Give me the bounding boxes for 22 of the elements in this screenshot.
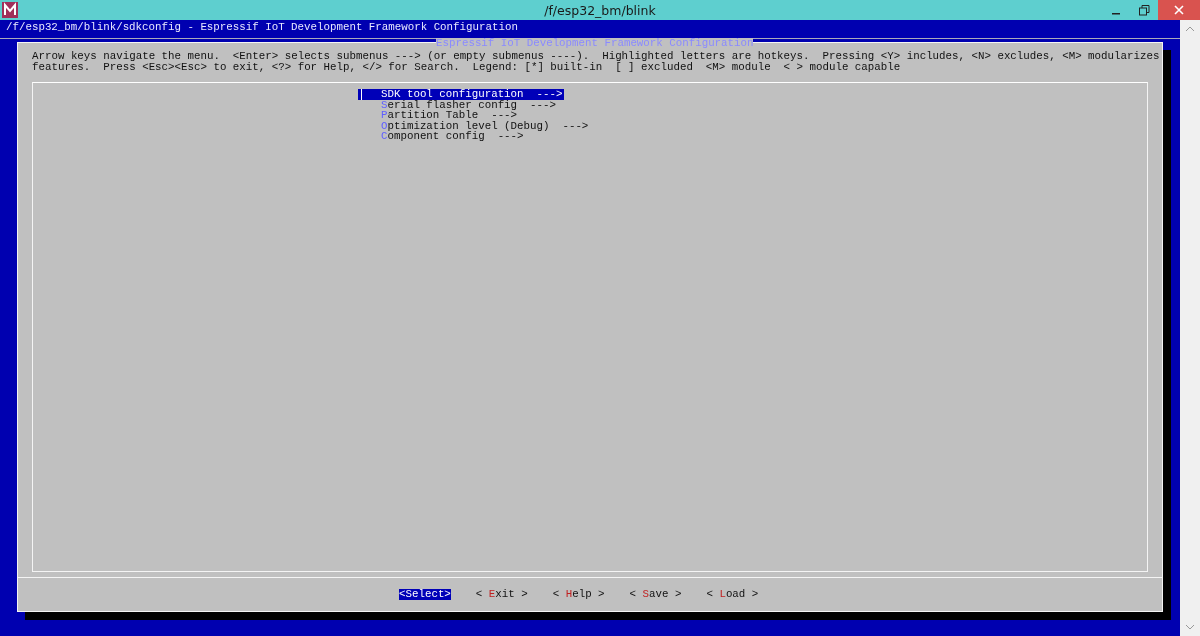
dialog-button[interactable]: < Help > <box>552 589 605 600</box>
close-icon <box>1174 5 1184 15</box>
dialog-button[interactable]: < Load > <box>706 589 759 600</box>
app-logo-icon <box>2 2 18 18</box>
menu-item[interactable]: Optimization level (Debug) ---> <box>358 120 591 131</box>
dialog-button[interactable]: < Save > <box>629 589 682 600</box>
dialog-button[interactable]: < Exit > <box>475 589 528 600</box>
help-text: Arrow keys navigate the menu. <Enter> selects submenus ---> (or empty submenus ----). Highlighted letters are hotkeys. Pressing <Y> includes, <N> excludes, <M> modularizes <box>32 51 1161 62</box>
menu-item[interactable]: Partition Table ---> <box>358 110 520 121</box>
minimize-icon <box>1112 13 1120 15</box>
menu-item[interactable]: Component config ---> <box>358 131 526 142</box>
window-title: /f/esp32_bm/blink <box>544 2 656 18</box>
dialog-title: Espressif IoT Development Framework Configuration <box>436 38 754 48</box>
scroll-down-icon <box>1185 624 1195 630</box>
config-path-header: /f/esp32_bm/blink/sdkconfig - Espressif IoT Development Framework Configuration <box>5 20 519 34</box>
scrollbar[interactable] <box>1180 20 1200 636</box>
menu-item[interactable]: Serial flasher config ---> <box>358 99 558 110</box>
dialog-button[interactable]: <Select> <box>399 589 451 600</box>
menu-item[interactable]: SDK tool configuration ---> <box>358 89 565 100</box>
restore-icon <box>1138 4 1150 16</box>
scroll-up-icon <box>1185 26 1195 32</box>
help-text: features. Press <Esc><Esc> to exit, <?> for Help, </> for Search. Legend: [*] built-in [ ] excluded <M> module < > module capable <box>32 62 902 73</box>
